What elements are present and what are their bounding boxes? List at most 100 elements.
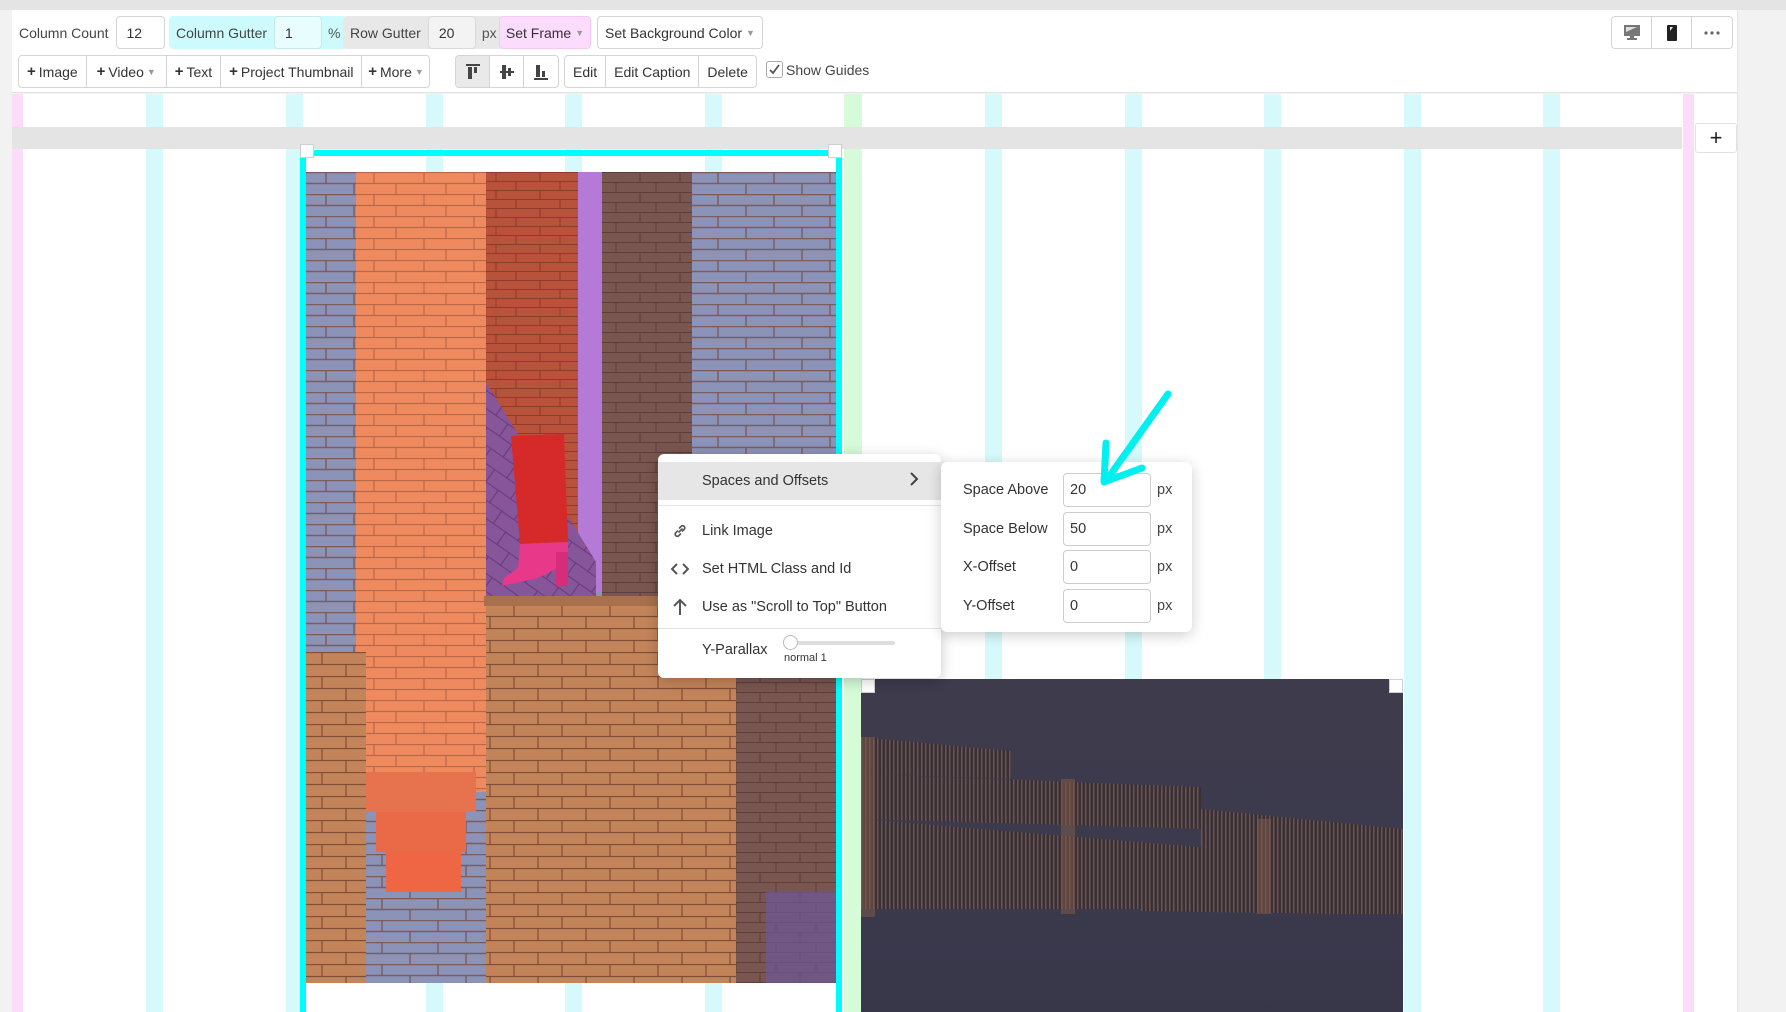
edit-buttons: Edit Edit Caption Delete [564,55,757,88]
resize-handle-top-right[interactable] [1389,679,1403,693]
column-count-group: Column Count 12 [12,16,165,49]
y-parallax-slider-track[interactable] [785,641,895,645]
desktop-view-button[interactable] [1612,17,1652,48]
plus-icon: + [368,63,377,80]
resize-handle-top-right[interactable] [828,144,842,158]
menu-item-label: Link Image [702,523,773,539]
plus-icon: + [96,63,106,80]
column-gutter-input[interactable]: 1 [274,16,323,49]
align-bottom-button[interactable] [524,56,558,87]
space-below-unit: px [1157,521,1173,537]
add-text-button[interactable]: + Text [167,56,222,87]
menu-item-label: Use as "Scroll to Top" Button [702,599,887,615]
caret-down-icon: ▼ [575,27,585,38]
add-row-button[interactable]: + [1695,123,1737,153]
set-frame-label: Set Frame [505,24,572,41]
left-gutter [0,10,12,1012]
edit-caption-button[interactable]: Edit Caption [606,56,700,87]
plus-icon: + [174,63,184,80]
column-guide [1404,94,1421,1012]
add-project-thumbnail-label: Project Thumbnail [240,63,354,80]
add-video-label: Video [108,63,144,80]
right-gutter [1737,10,1786,1012]
align-bottom-icon [534,64,548,80]
row-divider [12,127,1682,149]
align-middle-icon [499,64,514,79]
menu-item-link-image[interactable]: Link Image [658,512,941,550]
show-guides-toggle[interactable]: Show Guides [766,61,869,78]
column-count-label: Column Count [19,24,109,41]
y-offset-label: Y-Offset [963,598,1015,614]
plus-icon: + [229,63,238,80]
y-parallax-value: normal 1 [784,652,827,664]
link-icon [670,521,690,541]
spaces-offsets-submenu: Space Above 20 px Space Below 50 px X-Of… [941,462,1192,632]
caret-down-icon: ▼ [146,66,156,77]
plus-icon: + [27,63,36,80]
y-offset-input[interactable]: 0 [1063,589,1151,623]
align-middle-button[interactable] [490,56,524,87]
y-parallax-row: Y-Parallax [658,626,941,674]
vertical-align-buttons [455,55,559,88]
dark-tubes-image[interactable] [861,679,1403,1012]
column-guide [146,94,163,1012]
align-top-icon [465,63,480,79]
add-image-label: Image [38,63,78,80]
space-below-row: Space Below 50 px [941,512,1192,546]
checkmark-icon [769,64,780,75]
space-above-input[interactable]: 20 [1063,473,1151,507]
column-gutter-group: Column Gutter 1 % [169,16,347,49]
x-offset-unit: px [1157,559,1173,575]
space-below-input[interactable]: 50 [1063,512,1151,546]
menu-item-label: Set HTML Class and Id [702,561,852,577]
more-options-button[interactable] [1692,17,1732,48]
resize-handle-top-left[interactable] [300,144,314,158]
menu-item-set-html-class[interactable]: Set HTML Class and Id [658,550,941,588]
margin-guide-right [1683,94,1694,1012]
menu-divider [658,505,941,506]
add-more-button[interactable]: + More ▼ [362,56,429,87]
add-text-label: Text [186,63,213,80]
add-video-button[interactable]: + Video ▼ [87,56,167,87]
mobile-view-button[interactable] [1652,17,1692,48]
y-offset-unit: px [1157,598,1173,614]
delete-button[interactable]: Delete [699,56,755,87]
desktop-icon [1623,25,1640,40]
x-offset-row: X-Offset 0 px [941,550,1192,584]
chevron-right-icon [909,471,919,492]
row-gutter-label: Row Gutter [350,24,421,41]
editor-toolbar: Column Count 12 Column Gutter 1 % Row Gu… [12,10,1737,93]
column-count-input[interactable]: 12 [115,16,165,49]
show-guides-label: Show Guides [786,61,870,78]
set-background-color-dropdown[interactable]: Set Background Color ▼ [597,16,763,49]
arrow-up-icon [670,597,690,617]
add-more-label: More [379,63,412,80]
column-guide [1543,94,1560,1012]
mobile-icon [1666,24,1677,41]
show-guides-checkbox[interactable] [766,61,783,78]
add-image-button[interactable]: + Image [19,56,87,87]
menu-item-label: Spaces and Offsets [702,473,829,489]
space-above-label: Space Above [963,482,1049,498]
align-top-button[interactable] [456,56,490,87]
x-offset-input[interactable]: 0 [1063,550,1151,584]
row-gutter-group: Row Gutter 20 px [343,16,503,49]
space-below-label: Space Below [963,521,1048,537]
space-above-row: Space Above 20 px [941,473,1192,507]
add-project-thumbnail-button[interactable]: + Project Thumbnail [221,56,363,87]
view-mode-buttons [1611,16,1733,49]
set-background-color-label: Set Background Color [605,24,743,41]
resize-handle-top-left[interactable] [861,679,875,693]
tubes-artwork [861,737,1403,917]
set-frame-dropdown[interactable]: Set Frame ▼ [499,16,591,49]
menu-item-scroll-to-top[interactable]: Use as "Scroll to Top" Button [658,588,941,626]
caret-down-icon: ▼ [746,27,755,38]
row-gutter-input[interactable]: 20 [427,16,476,49]
menu-item-spaces-and-offsets[interactable]: Spaces and Offsets [658,462,941,500]
edit-button[interactable]: Edit [565,56,607,87]
window-top-strip [0,0,1786,10]
y-parallax-label: Y-Parallax [702,642,768,658]
y-parallax-slider-handle[interactable] [783,635,798,650]
space-above-unit: px [1157,482,1173,498]
add-content-buttons: + Image + Video ▼ + Text + Project Thumbnail … [18,55,431,88]
